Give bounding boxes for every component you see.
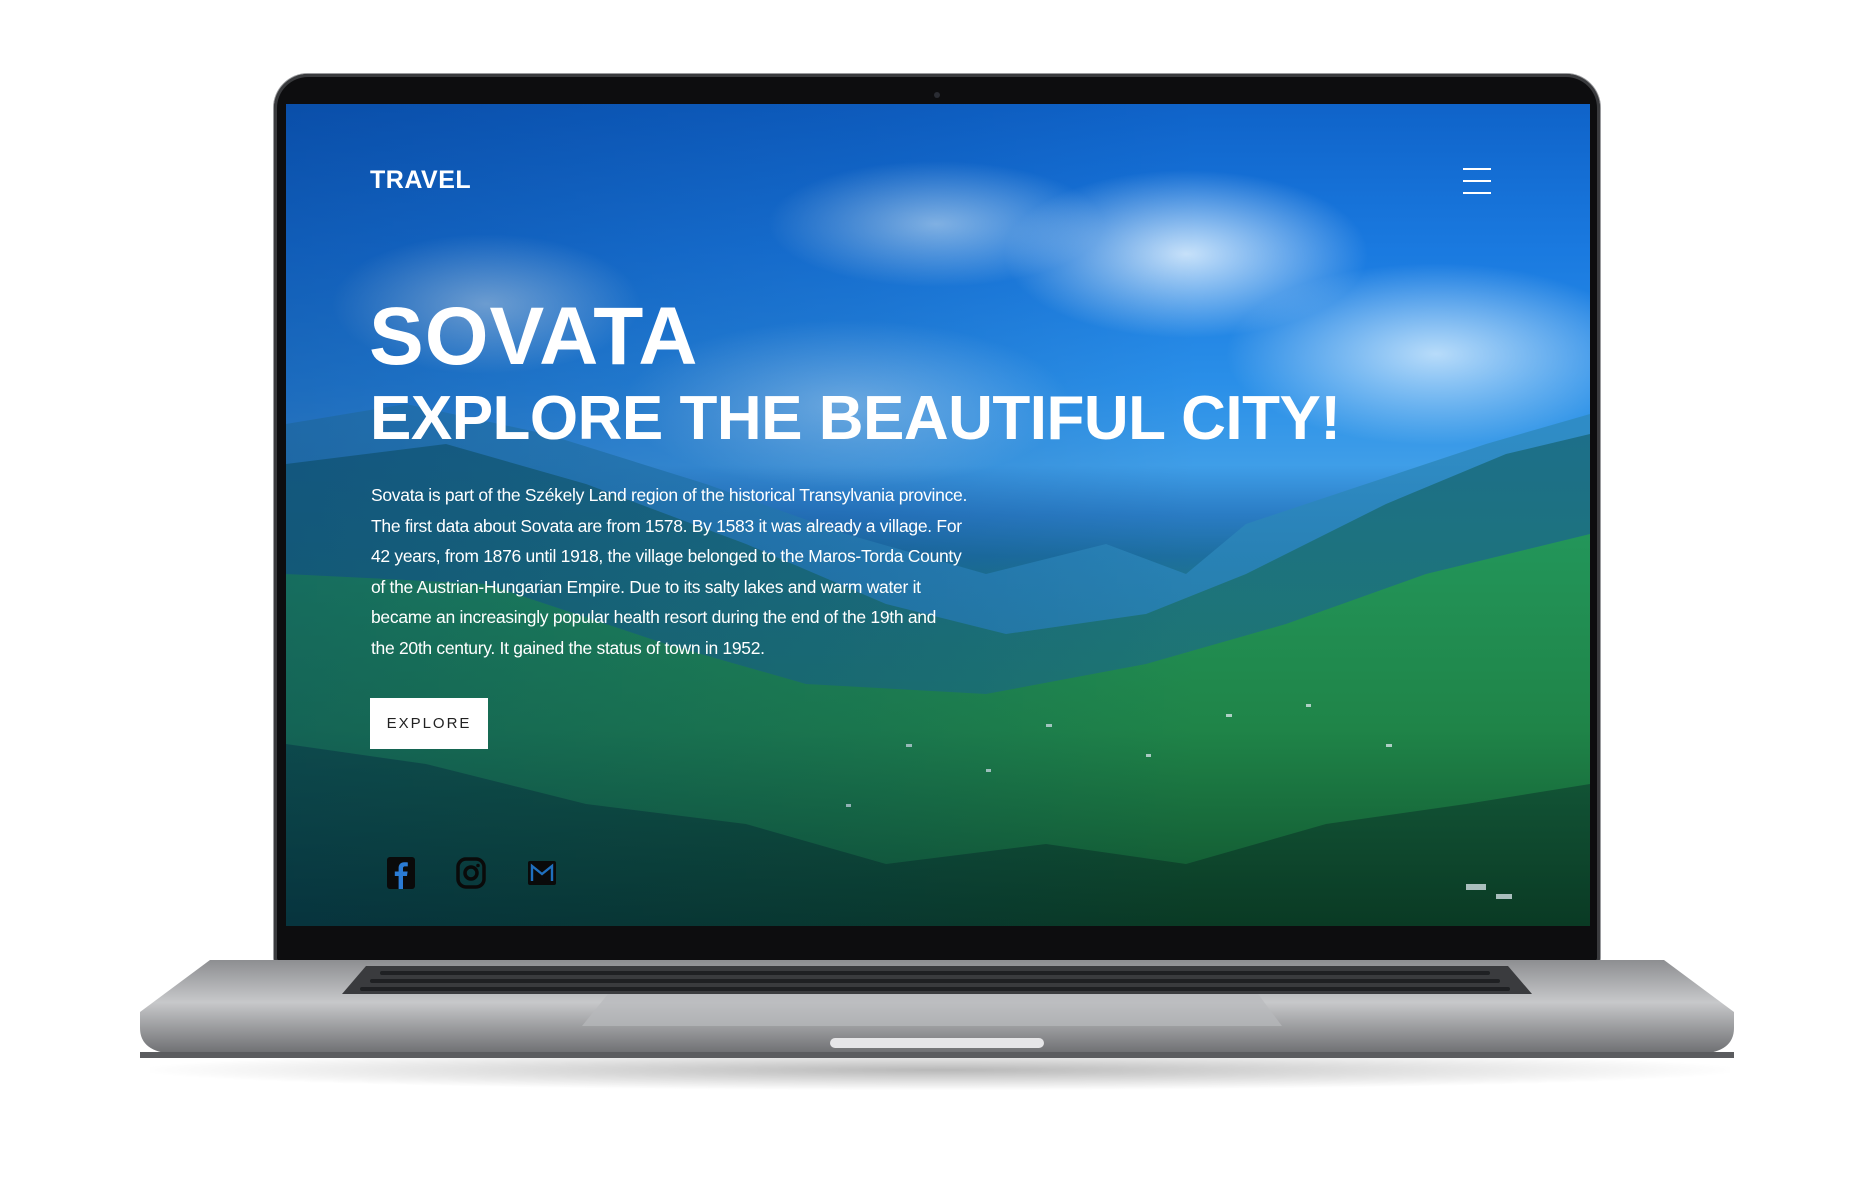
facebook-icon[interactable] (386, 856, 416, 890)
webcam (934, 92, 940, 98)
instagram-icon[interactable] (456, 856, 486, 890)
description-line: became an increasingly popular health re… (371, 607, 937, 627)
laptop-screen: TRAVEL SOVATA EXPLORE THE BEAUTIFUL CITY… (286, 104, 1590, 926)
site-logo[interactable]: TRAVEL (370, 166, 471, 195)
description-line: 42 years, from 1876 until 1918, the vill… (371, 546, 962, 566)
description-line: The first data about Sovata are from 157… (371, 515, 962, 536)
description-line: of the Austrian-Hungarian Empire. Due to… (371, 576, 921, 597)
description-line: Sovata is part of the Székely Land regio… (371, 485, 968, 505)
menu-icon[interactable] (1463, 168, 1491, 194)
mail-icon[interactable] (527, 856, 557, 890)
hero-subtitle: EXPLORE THE BEAUTIFUL CITY! (370, 384, 1341, 453)
explore-button[interactable]: EXPLORE (370, 698, 488, 749)
hero-title: SOVATA (369, 291, 699, 382)
hero-description: Sovata is part of the Székely Land regio… (371, 480, 981, 663)
description-line: the 20th century. It gained the status o… (371, 637, 765, 658)
laptop-base (140, 960, 1734, 1058)
